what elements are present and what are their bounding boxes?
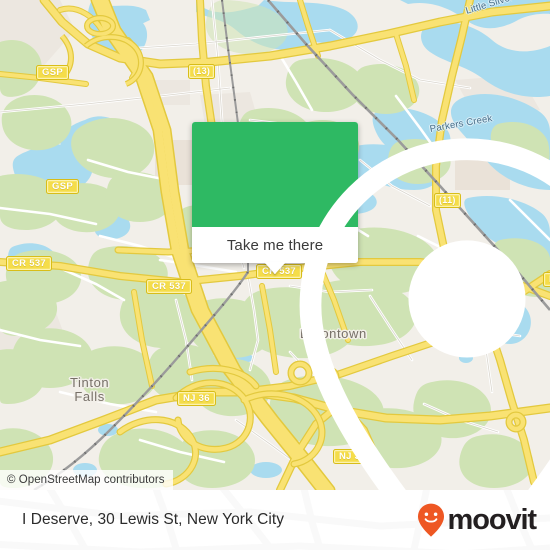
map-canvas[interactable]: Little Silver Creek Parkers Creek Eatont… bbox=[0, 0, 550, 490]
osm-attribution[interactable]: © OpenStreetMap contributors bbox=[0, 470, 173, 490]
callout-pointer-arrow bbox=[264, 262, 286, 274]
moovit-logo[interactable]: moovit bbox=[416, 502, 538, 538]
moovit-wordmark: moovit bbox=[447, 503, 538, 536]
road-shield-cr537-midwest[interactable]: CR 537 bbox=[146, 279, 193, 295]
callout-pin-area bbox=[192, 122, 550, 490]
take-me-there-label: Take me there bbox=[226, 236, 324, 254]
road-shield-13[interactable]: (13) bbox=[188, 64, 216, 79]
moovit-map-screenshot: Little Silver Creek Parkers Creek Eatont… bbox=[0, 0, 550, 550]
footer-bar: I Deserve, 30 Lewis St, New York City mo… bbox=[0, 490, 550, 550]
road-shield-gsp-north[interactable]: GSP bbox=[36, 65, 69, 81]
road-shield-gsp-south[interactable]: GSP bbox=[46, 179, 79, 195]
take-me-there-button[interactable]: Take me there bbox=[192, 227, 358, 274]
location-pin-icon bbox=[299, 138, 550, 490]
location-callout-card[interactable]: Take me there bbox=[192, 122, 550, 490]
location-title: I Deserve, 30 Lewis St, New York City bbox=[22, 511, 285, 528]
road-shield-cr537-west[interactable]: CR 537 bbox=[6, 256, 53, 272]
moovit-smiley-pin-icon bbox=[417, 503, 444, 537]
